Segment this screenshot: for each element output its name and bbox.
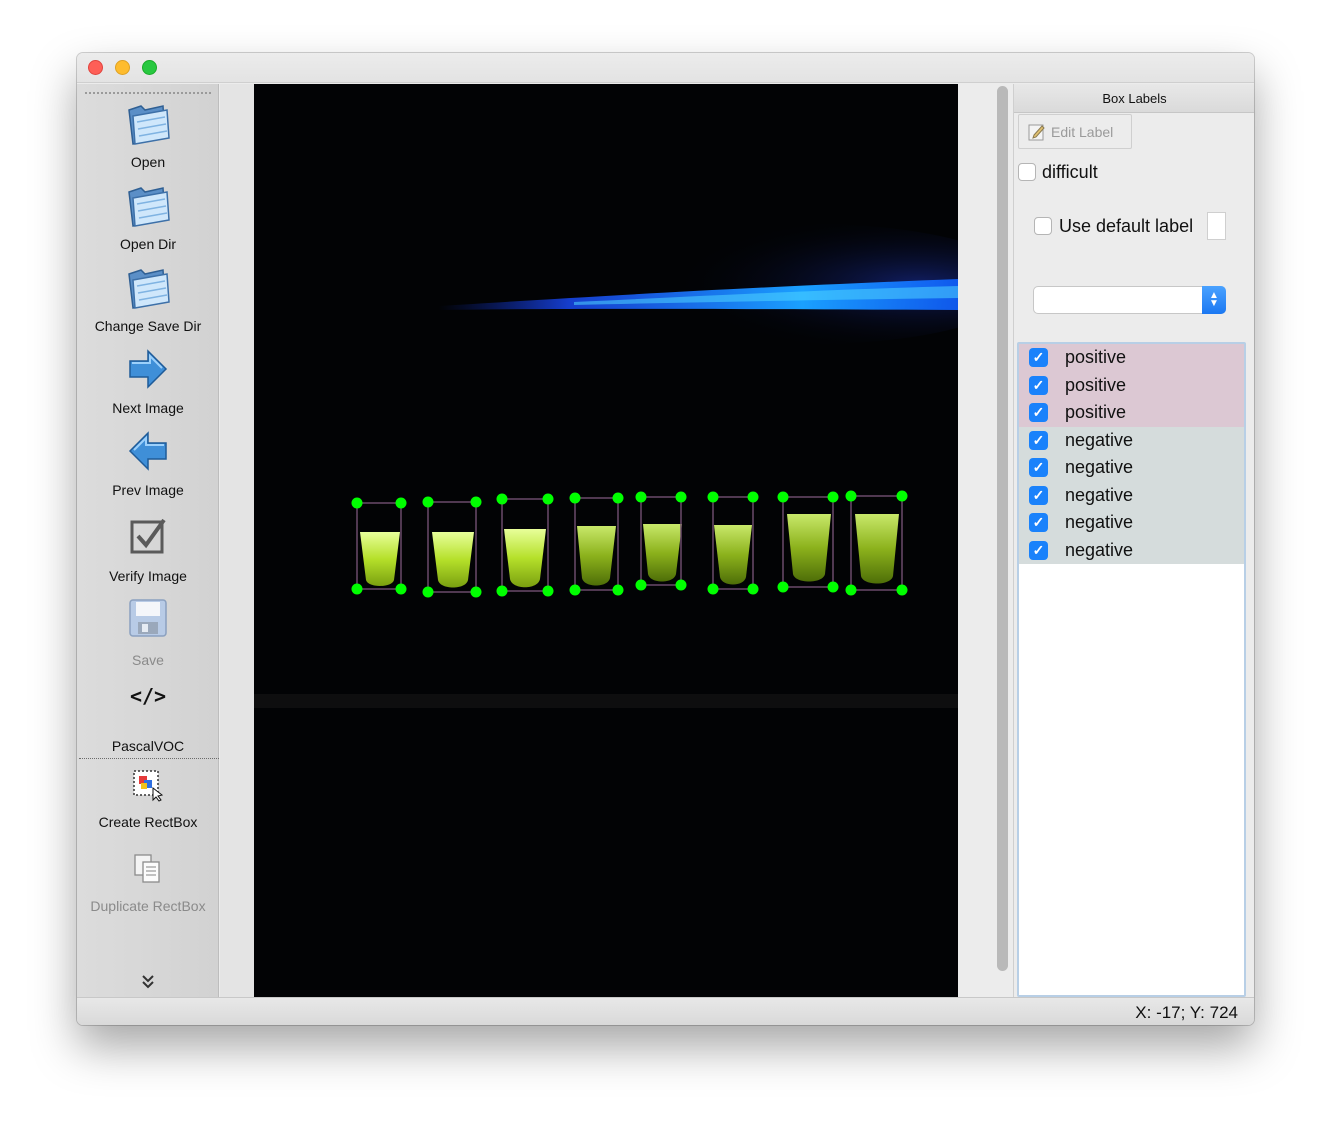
- tube-negative-4: [787, 514, 831, 582]
- box-labels-dock: Box Labels Edit Label difficult Use defa…: [1013, 84, 1254, 997]
- list-item[interactable]: ✓ positive: [1019, 344, 1244, 372]
- list-item[interactable]: ✓ negative: [1019, 509, 1244, 537]
- next-image-label: Next Image: [112, 400, 184, 416]
- list-item[interactable]: ✓ negative: [1019, 481, 1244, 509]
- list-item-label: negative: [1065, 457, 1134, 477]
- checkbox-checked-icon[interactable]: ✓: [1029, 540, 1048, 560]
- open-label: Open: [130, 154, 166, 170]
- list-item[interactable]: ✓ positive: [1019, 371, 1244, 399]
- checkbox-checked-icon[interactable]: ✓: [1029, 375, 1048, 395]
- create-rectbox-label: Create RectBox: [98, 814, 198, 830]
- folder-icon: [128, 105, 170, 145]
- cursor-coordinates: X: -17; Y: 724: [1135, 1003, 1238, 1022]
- tube-positive-2: [432, 532, 474, 588]
- code-icon: </>: [129, 684, 167, 708]
- chevron-double-down-icon[interactable]: [140, 974, 156, 990]
- arrow-left-icon: [128, 431, 167, 471]
- checkbox-icon: [130, 518, 166, 554]
- arrow-right-icon: [129, 349, 168, 389]
- edit-icon: [1028, 124, 1045, 141]
- use-default-label-text: Use default label: [1059, 216, 1194, 236]
- list-item[interactable]: ✓ positive: [1019, 399, 1244, 427]
- close-window-button[interactable]: [88, 60, 103, 75]
- list-item-label: positive: [1065, 347, 1127, 367]
- toolbar-separator: [79, 758, 219, 759]
- list-item-label: negative: [1065, 429, 1134, 450]
- canvas-left-margin: [220, 84, 254, 997]
- list-item[interactable]: ✓ negative: [1019, 426, 1244, 454]
- dock-title: Box Labels: [1014, 84, 1254, 113]
- vertical-scrollbar[interactable]: [997, 86, 1008, 971]
- toolbar: Open Open Dir Change Save Dir Next Image…: [77, 84, 219, 997]
- list-item-label: positive: [1065, 402, 1127, 422]
- list-item[interactable]: ✓ negative: [1019, 454, 1244, 482]
- list-item-label: negative: [1065, 539, 1134, 560]
- open-dir-button[interactable]: Open Dir: [77, 180, 219, 252]
- save-button[interactable]: Save: [77, 594, 219, 668]
- edit-label-button[interactable]: Edit Label: [1018, 114, 1132, 149]
- list-item[interactable]: ✓ negative: [1019, 536, 1244, 564]
- use-default-label-checkbox[interactable]: [1034, 217, 1052, 235]
- chevron-updown-icon[interactable]: ▲ ▼: [1202, 286, 1226, 314]
- verify-image-button[interactable]: Verify Image: [77, 512, 219, 584]
- minimize-window-button[interactable]: [115, 60, 130, 75]
- next-image-button[interactable]: Next Image: [77, 346, 219, 416]
- verify-image-label: Verify Image: [109, 568, 187, 584]
- save-label: Save: [132, 652, 164, 668]
- list-item-label: negative: [1065, 512, 1134, 532]
- label-list[interactable]: ✓ positive ✓ positive ✓ positive ✓ negat…: [1017, 342, 1246, 997]
- checkbox-checked-icon[interactable]: ✓: [1029, 485, 1048, 505]
- create-rectbox-button[interactable]: Create RectBox: [77, 764, 219, 834]
- format-toggle-button[interactable]: </> PascalVOC: [77, 680, 219, 754]
- tube-positive-3: [504, 529, 546, 588]
- checkbox-checked-icon[interactable]: ✓: [1029, 513, 1048, 532]
- tube-negative-1: [577, 526, 616, 586]
- open-dir-label: Open Dir: [119, 236, 177, 252]
- list-item-label: positive: [1065, 374, 1127, 395]
- tube-negative-5: [855, 514, 899, 584]
- title-bar: [77, 53, 1254, 83]
- list-item-label: negative: [1065, 484, 1134, 505]
- checkbox-checked-icon[interactable]: ✓: [1029, 403, 1048, 422]
- status-bar: X: -17; Y: 724: [77, 997, 1254, 1025]
- annotated-image: [254, 84, 958, 997]
- floppy-disk-icon: [129, 599, 167, 637]
- labelimg-window: Open Open Dir Change Save Dir Next Image…: [77, 53, 1254, 1025]
- create-rectbox-icon: [133, 770, 164, 802]
- copy-icon: [134, 854, 160, 883]
- change-save-dir-label: Change Save Dir: [94, 318, 202, 334]
- toolbar-grip[interactable]: [85, 92, 211, 94]
- change-save-dir-button[interactable]: Change Save Dir: [77, 262, 219, 334]
- image-canvas[interactable]: [254, 84, 958, 997]
- maximize-window-button[interactable]: [142, 60, 157, 75]
- default-label-input[interactable]: [1207, 212, 1226, 240]
- open-button[interactable]: Open: [77, 98, 219, 170]
- checkbox-checked-icon[interactable]: ✓: [1029, 430, 1048, 450]
- folder-icon: [128, 269, 170, 309]
- folder-icon: [128, 187, 170, 227]
- tube-positive-1: [360, 532, 400, 586]
- prev-image-label: Prev Image: [112, 482, 184, 498]
- duplicate-rectbox-button[interactable]: Duplicate RectBox: [77, 848, 219, 918]
- duplicate-rectbox-label: Duplicate RectBox: [90, 898, 206, 914]
- difficult-checkbox[interactable]: [1018, 163, 1036, 181]
- checkbox-checked-icon[interactable]: ✓: [1029, 348, 1048, 367]
- edit-label-text: Edit Label: [1051, 124, 1114, 140]
- prev-image-button[interactable]: Prev Image: [77, 428, 219, 498]
- format-label: PascalVOC: [111, 738, 185, 754]
- checkbox-checked-icon[interactable]: ✓: [1029, 458, 1048, 477]
- difficult-label: difficult: [1042, 162, 1098, 182]
- label-combobox[interactable]: ▲ ▼: [1033, 286, 1226, 314]
